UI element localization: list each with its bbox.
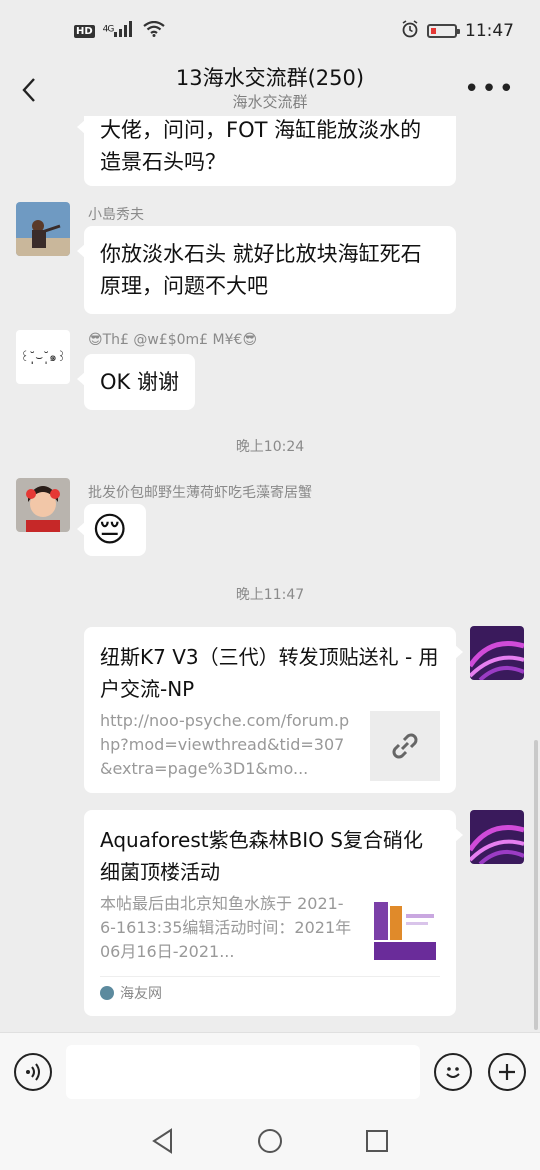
avatar-text: ꒰˘̩̩̩⌣˘̩̩̩๑꒱ — [19, 349, 67, 364]
nav-back-button[interactable] — [150, 1128, 176, 1154]
avatar[interactable] — [470, 810, 524, 864]
voice-button[interactable] — [14, 1053, 52, 1091]
card-title: Aquaforest紫色森林BIO S复合硝化细菌顶楼活动 — [100, 828, 423, 884]
avatar[interactable] — [470, 626, 524, 680]
input-bar — [0, 1032, 540, 1112]
avatar[interactable] — [16, 478, 70, 532]
sender-name: 批发价包邮野生薄荷虾吃毛藻寄居蟹 — [88, 485, 312, 501]
message-text: 你放淡水石头 就好比放块海缸死石原理，问题不大吧 — [100, 242, 422, 298]
alarm-icon — [401, 19, 419, 43]
scrollbar[interactable] — [534, 740, 538, 1030]
card-description: http://noo-psyche.com/forum.php?mod=view… — [100, 711, 350, 778]
cellular-signal-icon: 4G — [103, 21, 136, 41]
circle-home-icon — [257, 1129, 282, 1153]
plus-icon — [499, 1064, 515, 1080]
source-logo-icon — [100, 985, 114, 1000]
source-name: 海友网 — [120, 985, 162, 1002]
chat-header: 13海水交流群(250) 海水交流群 ••• — [0, 62, 540, 116]
message-text: OK 谢谢 — [100, 370, 179, 394]
card-body: http://noo-psyche.com/forum.php?mod=view… — [100, 709, 440, 781]
link-icon — [370, 711, 440, 781]
link-card[interactable]: 纽斯K7 V3（三代）转发顶贴送礼 - 用户交流-NP http://noo-p… — [84, 627, 463, 793]
more-functions-button[interactable] — [488, 1053, 526, 1091]
status-right: 11:47 — [401, 19, 514, 43]
nav-recents-button[interactable] — [364, 1128, 390, 1154]
message-input[interactable] — [66, 1045, 420, 1099]
message-bubble[interactable]: 你放淡水石头 就好比放块海缸死石原理，问题不大吧 — [77, 226, 456, 314]
message-bubble[interactable]: 😔 — [77, 504, 146, 556]
status-bar: HD 4G 11:47 — [0, 0, 540, 62]
message-bubble[interactable]: 大佬，问问，FOT 海缸能放淡水的造景石头吗？ — [77, 116, 456, 186]
page-title: 13海水交流群(250) — [175, 66, 365, 90]
card-source: 海友网 — [100, 976, 440, 1008]
time-separator: 晚上10:24 — [235, 439, 305, 455]
square-recents-icon — [365, 1130, 388, 1152]
card-description: 本帖最后由北京知鱼水族于 2021-6-1613:35编辑活动时间：2021年0… — [100, 894, 352, 961]
card-body: 本帖最后由北京知鱼水族于 2021-6-1613:35编辑活动时间：2021年0… — [100, 892, 440, 964]
card-title: 纽斯K7 V3（三代）转发顶贴送礼 - 用户交流-NP — [100, 645, 439, 701]
message-bubble[interactable]: OK 谢谢 — [77, 354, 195, 410]
battery-icon — [427, 24, 460, 38]
sender-name: 小島秀夫 — [88, 207, 144, 223]
avatar[interactable]: ꒰˘̩̩̩⌣˘̩̩̩๑꒱ — [16, 330, 70, 384]
chevron-left-icon — [22, 78, 35, 102]
message-text: 大佬，问问，FOT 海缸能放淡水的造景石头吗？ — [100, 118, 422, 174]
page-subtitle: 海水交流群 — [232, 93, 308, 111]
wifi-icon — [143, 20, 166, 42]
system-nav-bar — [0, 1112, 540, 1170]
message-list[interactable]: 大佬，问问，FOT 海缸能放淡水的造景石头吗？ 小島秀夫 你放淡水石头 就好比放… — [0, 116, 540, 1032]
smiley-icon — [446, 1067, 460, 1078]
time-separator: 晚上11:47 — [235, 587, 305, 603]
clock-time: 11:47 — [465, 21, 514, 41]
title-block: 13海水交流群(250) 海水交流群 — [176, 66, 364, 112]
sender-name: 😎Th£ @w£$0m£ M¥€😎 — [88, 332, 258, 348]
link-card[interactable]: Aquaforest紫色森林BIO S复合硝化细菌顶楼活动 本帖最后由北京知鱼水… — [84, 810, 463, 1016]
more-options-button[interactable]: ••• — [464, 76, 516, 102]
triangle-back-icon — [152, 1128, 173, 1154]
emoji-text: 😔 — [92, 510, 128, 550]
product-thumbnail — [370, 894, 440, 964]
back-button[interactable] — [14, 70, 44, 110]
voice-icon — [26, 1063, 40, 1081]
nav-home-button[interactable] — [257, 1128, 283, 1154]
hd-badge: HD — [74, 24, 95, 38]
status-left: HD 4G — [74, 20, 166, 42]
emoji-button[interactable] — [434, 1053, 472, 1091]
avatar[interactable] — [16, 202, 70, 256]
